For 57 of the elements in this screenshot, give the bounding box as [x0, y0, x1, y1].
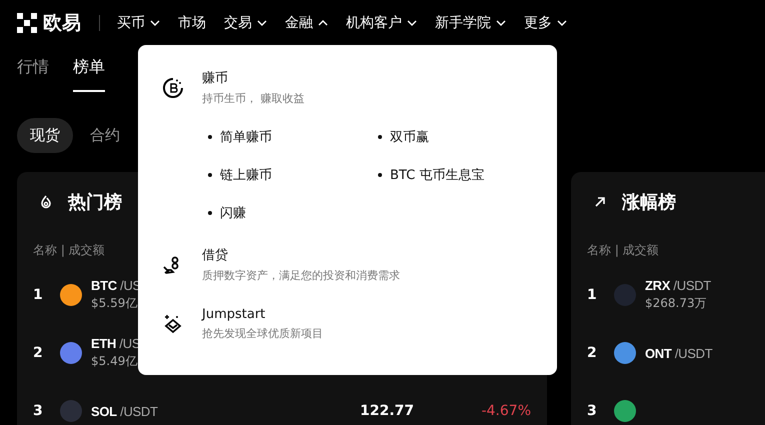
bullet-icon: [378, 135, 382, 139]
logo-icon[interactable]: [17, 12, 37, 32]
nav-menu-item[interactable]: 买币: [117, 14, 160, 32]
nav-menu-item[interactable]: 交易: [224, 14, 267, 32]
rank-number: 2: [587, 345, 598, 361]
menu-section-description: 抢先发现全球优质新项目: [202, 326, 323, 341]
rank-number: 1: [33, 287, 44, 303]
nav-menu-item[interactable]: 机构客户: [346, 14, 417, 32]
menu-section-description: 持币生币， 赚取收益: [202, 91, 304, 106]
market-type-tab[interactable]: 合约: [77, 118, 133, 153]
menu-section-title[interactable]: 赚币: [202, 69, 304, 87]
market-type-tab[interactable]: 现货: [17, 118, 73, 153]
arrow-up-right-icon: [594, 196, 606, 208]
menu-link[interactable]: 简单赚币: [220, 128, 272, 146]
rank-number: 3: [587, 403, 598, 419]
nav-menu-item[interactable]: 市场: [178, 14, 206, 32]
flame-icon: [40, 195, 52, 209]
volume-text: $5.59亿: [91, 295, 138, 312]
menu-section-title[interactable]: Jumpstart: [202, 307, 323, 322]
tab[interactable]: 行情: [17, 45, 49, 90]
nav-menu-item[interactable]: 金融: [285, 14, 328, 32]
card-title: 涨幅榜: [622, 191, 676, 214]
caret-icon: [496, 20, 506, 26]
volume-text: $5.49亿: [91, 353, 138, 370]
menu-link[interactable]: 双币赢: [390, 128, 429, 146]
rank-number: 1: [587, 287, 598, 303]
logo-text[interactable]: 欧易: [43, 10, 81, 36]
nav-menu-item[interactable]: 更多: [524, 14, 567, 32]
trading-pair[interactable]: ZRX /USDT: [645, 278, 711, 293]
menu-link[interactable]: BTC 屯币生息宝: [390, 166, 484, 184]
caret-icon: [257, 20, 267, 26]
column-header: 名称 | 成交额: [587, 242, 659, 259]
bullet-icon: [378, 173, 382, 177]
card-title: 热门榜: [68, 191, 122, 214]
nav-menu-item[interactable]: 新手学院: [435, 14, 506, 32]
menu-link[interactable]: 链上赚币: [220, 166, 272, 184]
caret-icon: [150, 20, 160, 26]
tab[interactable]: 榜单: [73, 45, 105, 92]
rank-number: 2: [33, 345, 44, 361]
caret-icon: [318, 20, 328, 26]
menu-section-title[interactable]: 借贷: [202, 246, 400, 264]
menu-section-description: 质押数字资产，满足您的投资和消费需求: [202, 268, 400, 283]
volume-text: $268.73万: [645, 295, 707, 312]
price-text: 122.77: [358, 403, 414, 419]
change-text: -4.67%: [480, 403, 531, 419]
sparkle-diamond-icon: [162, 313, 184, 335]
column-header: 名称 | 成交额: [33, 242, 105, 259]
trading-pair[interactable]: ONT /USDT: [645, 346, 712, 360]
bullet-icon: [208, 173, 212, 177]
trading-pair[interactable]: SOL /USDT: [91, 404, 158, 418]
bullet-icon: [208, 135, 212, 139]
rank-number: 3: [33, 403, 44, 419]
caret-icon: [557, 20, 567, 26]
menu-link[interactable]: 闪赚: [220, 204, 246, 222]
caret-icon: [407, 20, 417, 26]
bullet-icon: [208, 211, 212, 215]
coin-icon: [162, 76, 184, 98]
